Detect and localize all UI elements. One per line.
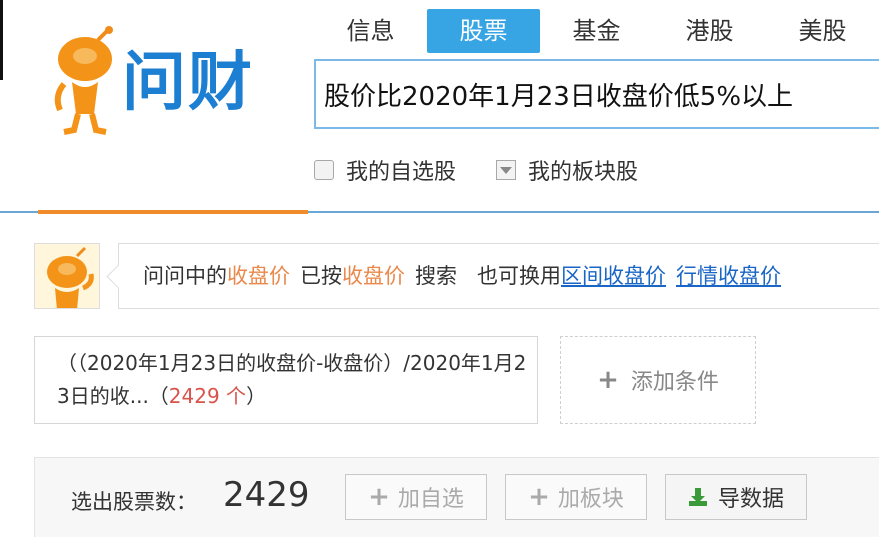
my-watchlist-option[interactable]: 我的自选股 xyxy=(314,154,456,186)
add-condition-label: 添加条件 xyxy=(630,370,719,395)
add-sector-label: 加板块 xyxy=(557,487,624,512)
category-tabs: 信息 股票 基金 港股 美股 xyxy=(314,9,879,53)
mascot-icon xyxy=(54,26,113,135)
plus-icon: + xyxy=(368,482,390,512)
window-edge xyxy=(0,0,3,80)
search-hint: 问问中的收盘价 已按收盘价 搜索 也可换用区间收盘价 行情收盘价 xyxy=(118,243,879,309)
hint-term: 收盘价 xyxy=(227,264,290,288)
tab-us-stocks[interactable]: 美股 xyxy=(766,9,879,53)
result-count-value: 2429 xyxy=(223,475,310,515)
condition-formula: （（2020年1月23日的收盘价-收盘价）/2020年1月23日的收...（ xyxy=(57,351,527,408)
mascot-avatar-icon xyxy=(35,244,99,308)
result-count-label: 选出股票数： xyxy=(71,490,197,514)
logo-text: 问财 xyxy=(122,46,254,120)
export-data-label: 导数据 xyxy=(717,487,784,512)
tab-info[interactable]: 信息 xyxy=(314,9,427,53)
tab-hk-stocks[interactable]: 港股 xyxy=(653,9,766,53)
add-watchlist-button[interactable]: + 加自选 xyxy=(345,474,487,520)
export-data-button[interactable]: 导数据 xyxy=(665,474,807,520)
my-watchlist-label: 我的自选股 xyxy=(346,160,457,185)
assistant-avatar xyxy=(34,243,100,309)
hint-middle: 已按 xyxy=(300,264,342,288)
condition-count: 2429 个 xyxy=(168,384,247,408)
link-market-close-price[interactable]: 行情收盘价 xyxy=(676,264,781,288)
dropdown-arrow-icon[interactable] xyxy=(496,160,516,180)
plus-icon: + xyxy=(597,365,619,395)
my-sectors-option[interactable]: 我的板块股 xyxy=(496,154,638,186)
condition-text: （（2020年1月23日的收盘价-收盘价）/2020年1月23日的收...（24… xyxy=(57,347,527,413)
active-section-indicator xyxy=(38,210,308,214)
hint-text: 问问中的收盘价 已按收盘价 搜索 也可换用区间收盘价 行情收盘价 xyxy=(143,244,781,308)
tab-funds[interactable]: 基金 xyxy=(540,9,653,53)
condition-chip[interactable]: （（2020年1月23日的收盘价-收盘价）/2020年1月23日的收...（24… xyxy=(34,336,538,424)
hint-suffix: 搜索 xyxy=(415,264,457,288)
logo[interactable]: 问财 xyxy=(50,26,280,141)
hint-term-applied: 收盘价 xyxy=(342,264,405,288)
add-watchlist-label: 加自选 xyxy=(397,487,464,512)
search-box xyxy=(314,59,879,129)
hint-alt-prefix: 也可换用 xyxy=(477,264,561,288)
tab-stocks[interactable]: 股票 xyxy=(427,9,540,53)
download-icon xyxy=(688,488,707,506)
add-sector-button[interactable]: + 加板块 xyxy=(505,474,647,520)
condition-close: ） xyxy=(246,384,267,408)
my-sectors-label: 我的板块股 xyxy=(528,160,639,185)
watchlist-checkbox[interactable] xyxy=(314,160,334,180)
plus-icon: + xyxy=(528,482,550,512)
link-range-close-price[interactable]: 区间收盘价 xyxy=(561,264,666,288)
hint-prefix: 问问中的 xyxy=(143,264,227,288)
add-condition-button[interactable]: + 添加条件 xyxy=(560,336,756,424)
results-toolbar: 选出股票数： 2429 + 加自选 + 加板块 导数据 xyxy=(34,457,879,537)
search-input[interactable] xyxy=(316,61,879,127)
